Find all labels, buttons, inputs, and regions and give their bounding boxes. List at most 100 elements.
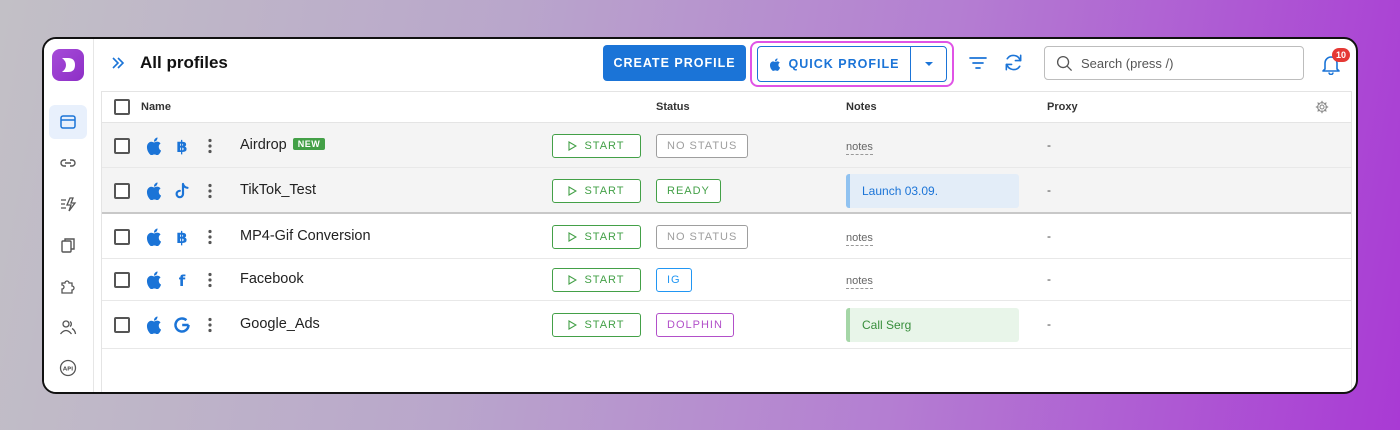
more-options-icon[interactable]: [208, 272, 212, 288]
sidebar-item-proxies[interactable]: [49, 146, 87, 180]
svg-text:f: f: [179, 272, 186, 289]
create-profile-button[interactable]: CREATE PROFILE: [603, 45, 746, 81]
status-badge[interactable]: IG: [656, 268, 692, 292]
apple-icon: [146, 136, 162, 155]
table-row[interactable]: ฿ Airdrop NEW START NO STATUS notes -: [102, 123, 1351, 168]
table-row[interactable]: f Facebook START IG notes -: [102, 259, 1351, 301]
note-text: Launch 03.09.: [862, 184, 939, 198]
row-checkbox[interactable]: [114, 137, 130, 154]
status-badge[interactable]: NO STATUS: [656, 224, 749, 249]
profile-name-text: Facebook: [240, 271, 304, 287]
bitcoin-icon: ฿: [173, 228, 191, 247]
logo-icon: [62, 58, 75, 72]
start-button[interactable]: START: [552, 133, 641, 158]
status-label: IG: [667, 274, 681, 286]
profile-name[interactable]: Facebook: [240, 271, 304, 287]
play-icon: [568, 320, 578, 330]
svg-text:฿: ฿: [176, 228, 187, 246]
sidebar-item-api[interactable]: API: [49, 351, 87, 385]
profile-name[interactable]: Google_Ads: [240, 316, 320, 332]
note-card[interactable]: Call Serg: [846, 308, 1019, 342]
profile-name-text: TikTok_Test: [240, 182, 317, 198]
start-button[interactable]: START: [552, 179, 641, 203]
more-options-icon[interactable]: [208, 183, 212, 199]
more-options-icon[interactable]: [208, 317, 212, 333]
status-label: DOLPHIN: [667, 319, 723, 331]
expand-sidebar-icon[interactable]: [110, 55, 126, 71]
refresh-icon[interactable]: [1003, 52, 1024, 73]
start-button[interactable]: START: [552, 224, 641, 249]
filter-icon[interactable]: [968, 53, 988, 73]
play-icon: [568, 275, 578, 285]
column-proxy[interactable]: Proxy: [1047, 101, 1078, 113]
automation-icon: [61, 197, 77, 212]
search-input[interactable]: [1081, 55, 1291, 71]
table-row[interactable]: ฿ MP4-Gif Conversion START NO STATUS notes -: [102, 214, 1351, 259]
quick-profile-dropdown[interactable]: [911, 47, 946, 81]
profile-name[interactable]: Airdrop NEW: [240, 137, 326, 153]
app-window: API All profiles CREATE PROFILE QUICK PR…: [42, 37, 1358, 394]
proxy-value: -: [1047, 183, 1051, 197]
profile-name[interactable]: MP4-Gif Conversion: [240, 228, 371, 244]
apple-icon: [146, 227, 162, 246]
proxy-value: -: [1047, 272, 1051, 286]
notes-link[interactable]: notes: [846, 141, 873, 155]
column-name[interactable]: Name: [141, 101, 171, 113]
api-icon: API: [59, 359, 77, 377]
note-card[interactable]: Launch 03.09.: [846, 174, 1019, 208]
note-text: Call Serg: [862, 318, 912, 332]
sidebar: API: [44, 39, 94, 392]
more-options-icon[interactable]: [208, 229, 212, 245]
profile-name[interactable]: TikTok_Test: [240, 182, 316, 198]
play-icon: [568, 140, 578, 151]
status-badge[interactable]: DOLPHIN: [656, 313, 734, 337]
quick-profile-button-group: QUICK PROFILE: [757, 46, 947, 82]
search-box: [1044, 46, 1304, 80]
start-label: START: [584, 185, 625, 197]
start-button[interactable]: START: [552, 268, 641, 292]
proxy-value: -: [1047, 228, 1051, 243]
select-all-checkbox[interactable]: [114, 99, 130, 115]
quick-profile-button[interactable]: QUICK PROFILE: [758, 47, 911, 81]
tiktok-icon: [173, 182, 191, 200]
status-badge[interactable]: READY: [656, 179, 721, 203]
row-checkbox[interactable]: [114, 183, 130, 199]
apple-icon: [146, 316, 162, 335]
start-label: START: [584, 274, 625, 286]
sidebar-item-profiles[interactable]: [49, 105, 87, 139]
gear-icon[interactable]: [1315, 100, 1329, 114]
sidebar-item-automation[interactable]: [49, 187, 87, 221]
row-checkbox[interactable]: [114, 317, 130, 333]
row-checkbox[interactable]: [114, 228, 130, 245]
table-row[interactable]: TikTok_Test START READY Launch 03.09. -: [102, 168, 1351, 214]
row-checkbox[interactable]: [114, 272, 130, 288]
more-options-icon[interactable]: [208, 138, 212, 154]
svg-text:API: API: [63, 366, 73, 372]
table-row[interactable]: Google_Ads START DOLPHIN Call Serg -: [102, 301, 1351, 349]
sidebar-item-extensions[interactable]: [49, 269, 87, 303]
table-header: Name Status Notes Proxy: [102, 92, 1351, 123]
sidebar-item-team[interactable]: [49, 310, 87, 344]
column-status[interactable]: Status: [656, 101, 690, 113]
new-tag: NEW: [292, 137, 326, 150]
start-button[interactable]: START: [552, 313, 641, 337]
start-label: START: [584, 230, 625, 243]
play-icon: [568, 186, 578, 196]
notes-link[interactable]: notes: [846, 232, 873, 246]
dolphin-logo[interactable]: [52, 49, 84, 81]
sidebar-item-clipboard[interactable]: [49, 228, 87, 262]
facebook-icon: f: [173, 271, 191, 290]
start-label: START: [584, 319, 625, 331]
quick-profile-label: QUICK PROFILE: [788, 57, 900, 71]
notes-link[interactable]: notes: [846, 275, 873, 289]
proxy-value: -: [1047, 137, 1051, 152]
link-icon: [60, 159, 76, 167]
status-label: NO STATUS: [667, 139, 738, 152]
status-badge[interactable]: NO STATUS: [656, 133, 749, 158]
caret-down-icon: [924, 62, 933, 66]
clipboard-copy-icon: [61, 238, 75, 253]
status-label: NO STATUS: [667, 230, 738, 243]
profiles-table: Name Status Notes Proxy ฿ Airdrop NEW START…: [101, 91, 1352, 392]
column-notes[interactable]: Notes: [846, 101, 877, 113]
svg-text:฿: ฿: [176, 137, 187, 155]
